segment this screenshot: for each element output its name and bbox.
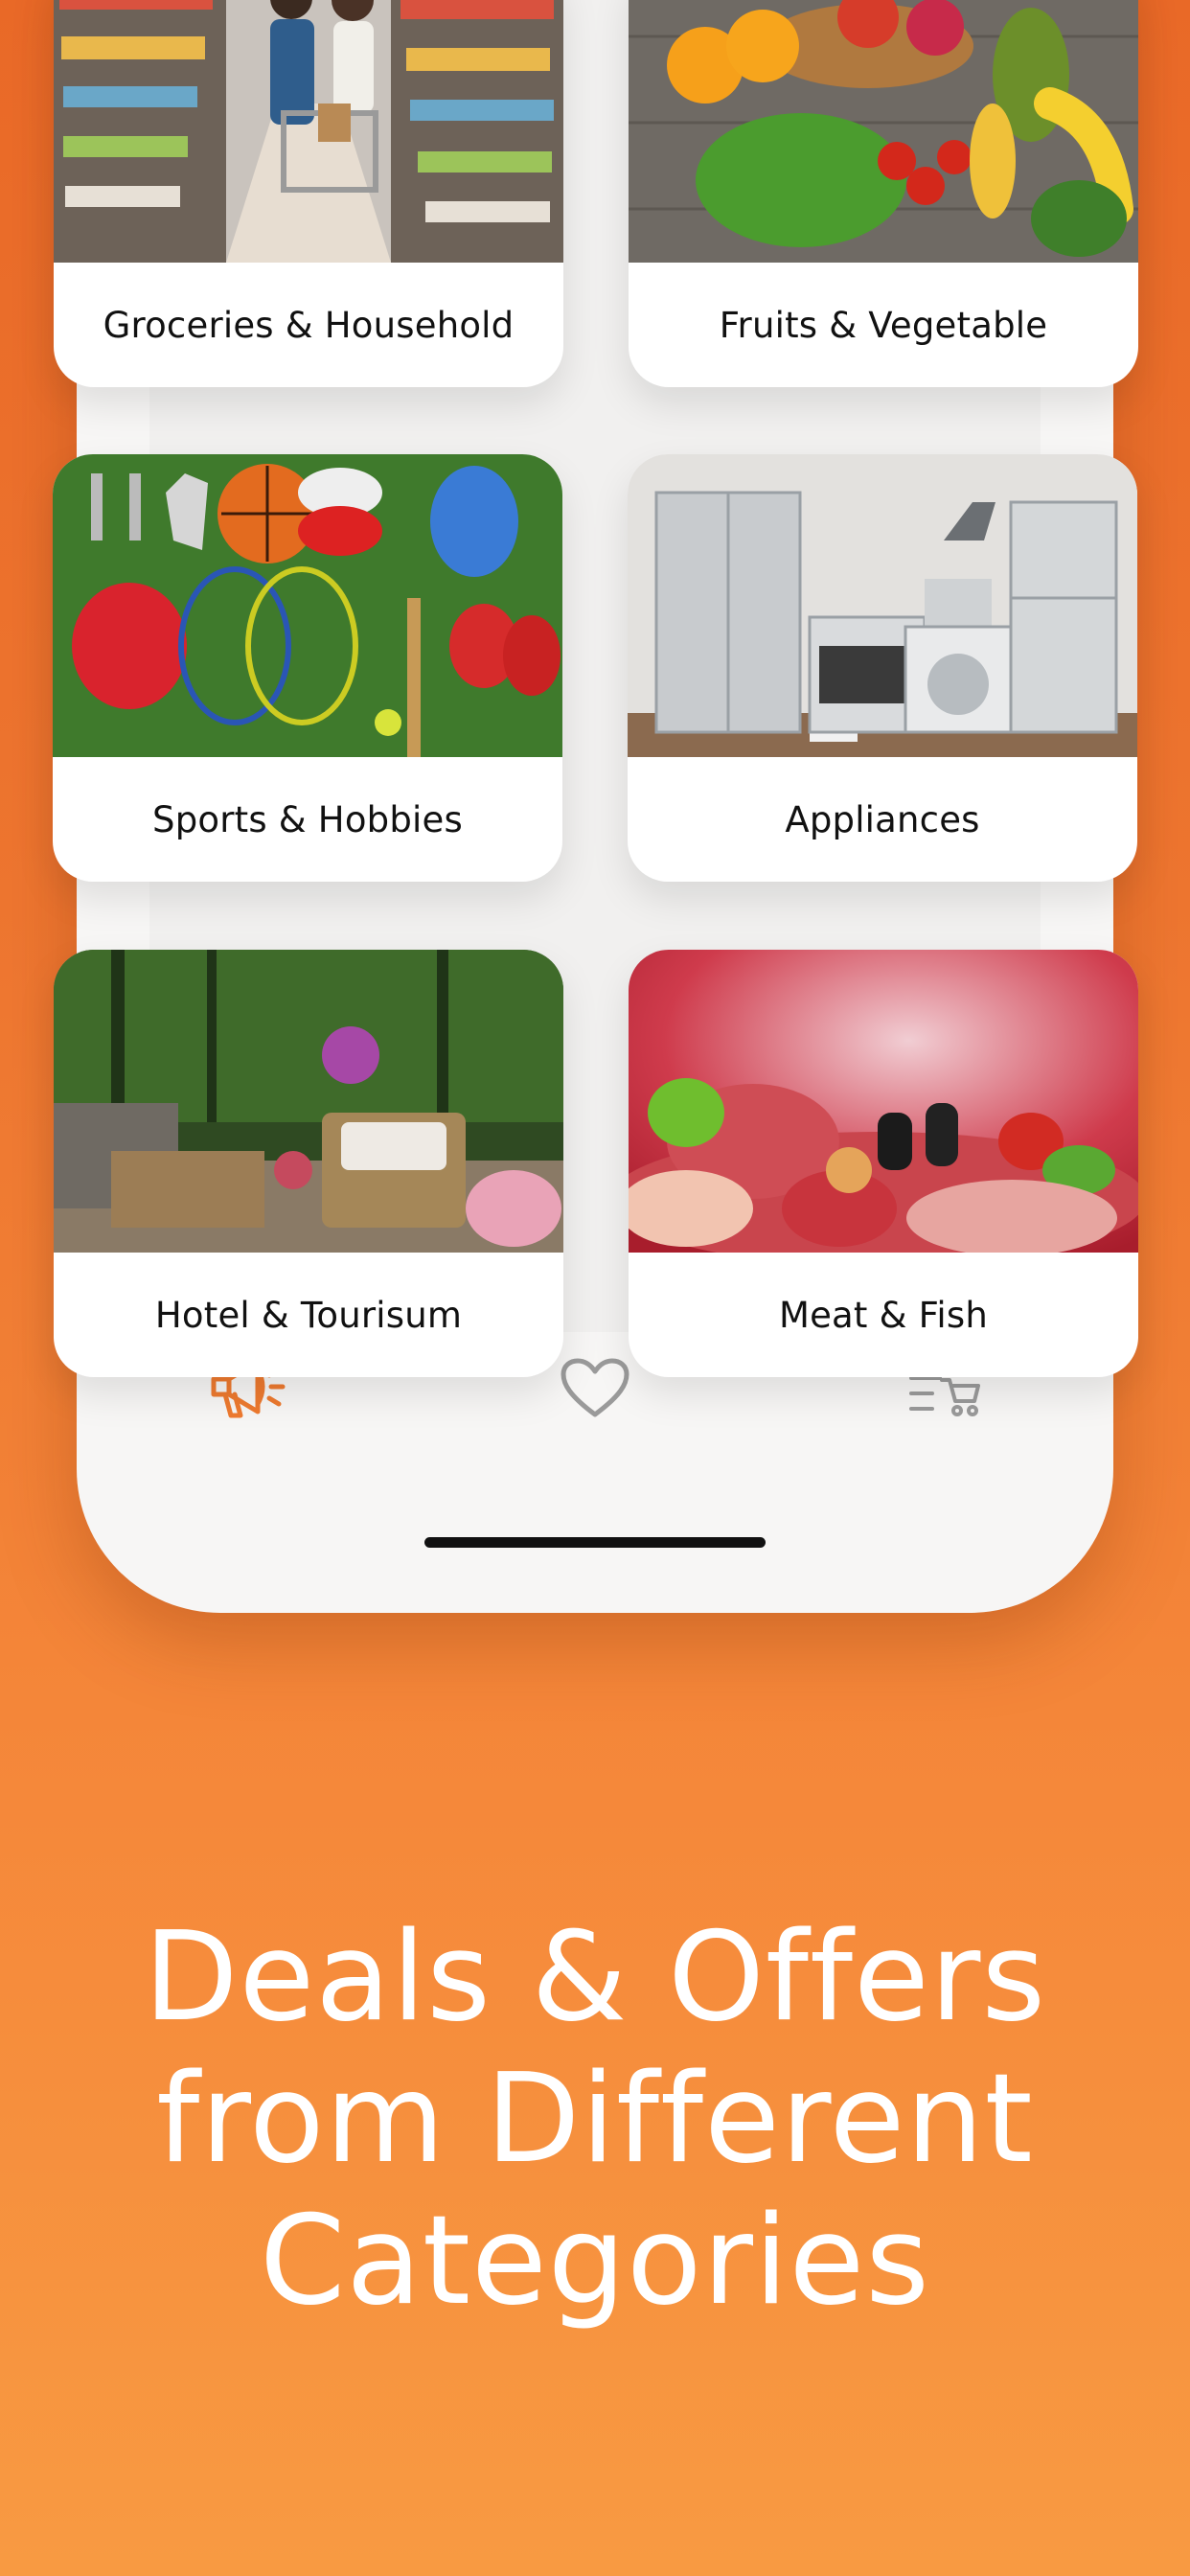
supermarket-aisle-photo [54,0,563,263]
home-appliances-photo [628,454,1137,757]
headline-line-1: Deals & Offers [143,1906,1047,2049]
category-label: Sports & Hobbies [152,798,463,840]
raw-meat-photo [629,950,1138,1253]
category-label: Groceries & Household [103,304,515,346]
category-label: Hotel & Tourisum [154,1294,463,1336]
home-indicator [424,1537,766,1548]
category-card-meat[interactable]: Meat & Fish [629,950,1138,1377]
category-card-appliances[interactable]: Appliances [628,454,1137,882]
sports-equipment-photo [53,454,562,757]
category-label: Meat & Fish [778,1294,989,1336]
category-label: Fruits & Vegetable [719,304,1048,346]
patio-garden-photo [54,950,563,1253]
category-label: Appliances [785,798,980,840]
headline-line-2: from Different [156,2048,1034,2191]
category-card-fruits[interactable]: Fruits & Vegetable [629,0,1138,387]
category-card-groceries[interactable]: Groceries & Household [54,0,563,387]
category-card-hotel[interactable]: Hotel & Tourisum [54,950,563,1377]
headline-line-3: Categories [260,2190,930,2333]
category-card-sports[interactable]: Sports & Hobbies [53,454,562,882]
heart-icon [561,1358,629,1417]
fruit-basket-photo [629,0,1138,263]
promo-headline: Deals & Offers from Different Categories [57,1907,1133,2333]
